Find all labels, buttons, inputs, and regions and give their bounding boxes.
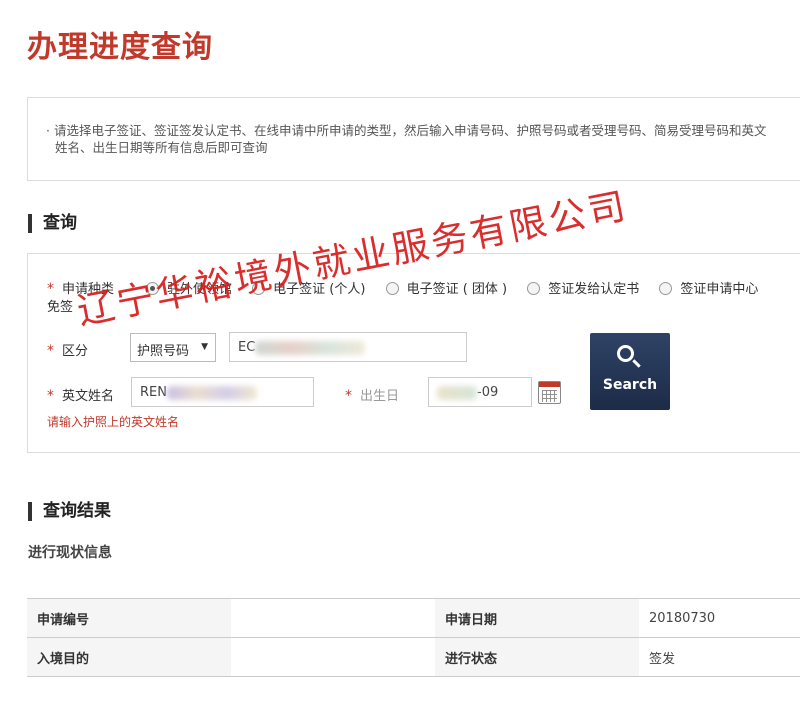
birth-date-label-row: * 出生日 (345, 385, 399, 404)
application-date-value: 20180730 (639, 598, 800, 638)
division-label: 区分 (62, 344, 89, 359)
radio-visa-certificate-label: 签证发给认定书 (548, 282, 640, 297)
english-name-label: 英文姓名 (62, 389, 115, 404)
radio-evisa-group[interactable]: 电子签证 ( 团体 ) (385, 278, 508, 297)
application-date-label: 申请日期 (435, 598, 639, 638)
radio-embassy-circle[interactable] (146, 282, 159, 295)
required-mark: * (345, 388, 352, 404)
application-type-label-row: * 申请种类 (47, 278, 114, 297)
application-number-label: 申请编号 (27, 598, 231, 638)
notice-line-2: 姓名、出生日期等所有信息后即可查询 (55, 140, 268, 155)
required-mark: * (47, 343, 54, 359)
radio-visa-center-label: 签证申请中心 (680, 282, 759, 297)
page-title: 办理进度查询 (27, 30, 213, 65)
search-button-label: Search (602, 377, 658, 393)
redacted-blur (166, 385, 257, 400)
notice-box: · 请选择电子签证、签证签发认定书、在线申请中所申请的类型，然后输入申请号码、护… (27, 97, 800, 181)
radio-embassy[interactable]: 驻外使领馆 (146, 278, 232, 297)
english-name-input[interactable]: REN (131, 377, 314, 407)
radio-visa-certificate[interactable]: 签证发给认定书 (527, 278, 639, 297)
chevron-down-icon: ▼ (201, 342, 208, 352)
redacted-blur (255, 340, 366, 355)
search-icon-handle (632, 359, 641, 368)
name-hint: 请输入护照上的英文姓名 (47, 415, 180, 429)
redacted-blur (437, 385, 477, 400)
required-mark: * (47, 388, 54, 404)
required-mark: * (47, 281, 54, 297)
application-type-label: 申请种类 (62, 282, 115, 297)
table-row: 申请编号 申请日期 20180730 (27, 598, 800, 638)
passport-number-value: EC (238, 340, 256, 355)
progress-status-label: 进行状态 (435, 637, 639, 677)
radio-visa-certificate-circle[interactable] (527, 282, 541, 295)
query-section-heading: 查询 (28, 214, 77, 233)
radio-evisa-group-label: 电子签证 ( 团体 ) (406, 282, 508, 297)
radio-evisa-group-circle[interactable] (385, 282, 399, 295)
entry-purpose-label: 入境目的 (27, 637, 231, 677)
visa-exempt-label: 免签 (47, 300, 74, 315)
radio-evisa-individual-label: 电子签证 (个人) (273, 282, 366, 297)
english-name-value: REN (140, 385, 167, 400)
radio-evisa-individual[interactable]: 电子签证 (个人) (252, 278, 365, 297)
search-icon (617, 345, 634, 362)
result-table: 申请编号 申请日期 20180730 入境目的 进行状态 签发 (27, 598, 800, 677)
application-number-value (231, 598, 435, 638)
birth-date-value: -09 (477, 385, 499, 400)
calendar-icon-header (539, 382, 560, 387)
application-type-radio-group: 驻外使领馆 电子签证 (个人) 电子签证 ( 团体 ) 签证发给认定书 签证申请… (146, 278, 774, 297)
result-section-heading: 查询结果 (28, 502, 111, 521)
division-select[interactable]: 护照号码 ▼ (130, 333, 216, 362)
notice-line-1: · 请选择电子签证、签证签发认定书、在线申请中所申请的类型，然后输入申请号码、护… (46, 123, 767, 138)
radio-embassy-label: 驻外使领馆 (167, 282, 233, 297)
passport-number-input[interactable]: EC (229, 332, 467, 362)
radio-visa-center-circle[interactable] (659, 282, 673, 295)
calendar-icon-grid (542, 390, 557, 402)
radio-visa-center[interactable]: 签证申请中心 (659, 278, 758, 297)
entry-purpose-value (231, 637, 435, 677)
calendar-icon[interactable] (538, 381, 561, 404)
table-row: 入境目的 进行状态 签发 (27, 637, 800, 677)
notice-text: · 请选择电子签证、签证签发认定书、在线申请中所申请的类型，然后输入申请号码、护… (46, 122, 800, 156)
division-label-row: * 区分 (47, 340, 88, 359)
progress-status-value: 签发 (639, 637, 800, 677)
radio-evisa-individual-circle[interactable] (252, 282, 266, 295)
search-button[interactable]: Search (590, 333, 670, 410)
progress-info-heading: 进行现状信息 (28, 545, 112, 561)
division-select-value: 护照号码 (137, 344, 190, 359)
birth-date-label: 出生日 (360, 389, 400, 404)
english-name-label-row: * 英文姓名 (47, 385, 114, 404)
birth-date-input[interactable]: -09 (428, 377, 532, 407)
